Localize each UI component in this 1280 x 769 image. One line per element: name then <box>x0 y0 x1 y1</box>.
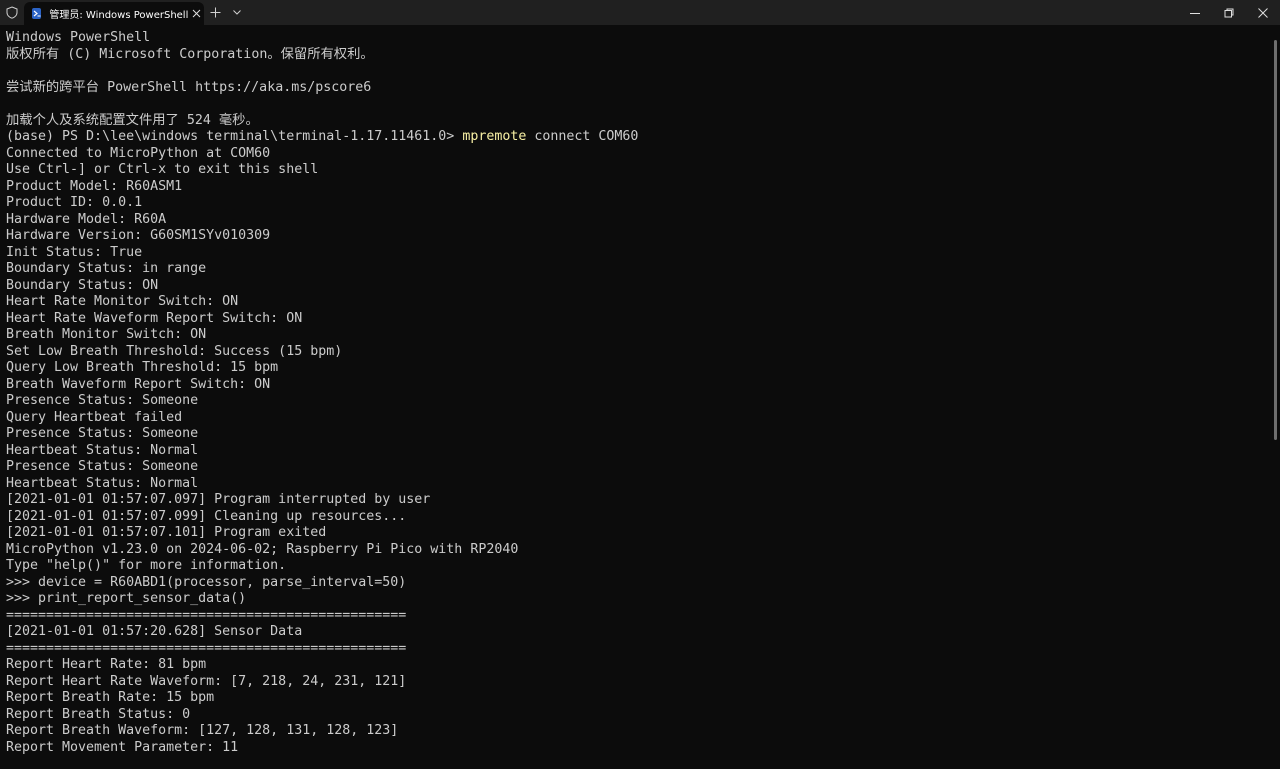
terminal-line: Report Breath Waveform: [127, 128, 131, … <box>6 723 399 738</box>
terminal-line: 版权所有 (C) Microsoft Corporation。保留所有权利。 <box>6 46 374 62</box>
terminal-output[interactable]: Windows PowerShell 版权所有 (C) Microsoft Cor… <box>6 30 1266 768</box>
terminal-line: [2021-01-01 01:57:07.097] Program interr… <box>6 492 431 507</box>
terminal-line: [2021-01-01 01:57:20.628] Sensor Data <box>6 624 303 639</box>
terminal-line: Heartbeat Status: Normal <box>6 442 199 458</box>
command-args: connect COM60 <box>526 129 639 144</box>
minimize-icon <box>1190 12 1200 14</box>
terminal-line: Presence Status: Someone <box>6 426 199 441</box>
terminal-line: Boundary Status: in range <box>6 261 207 276</box>
close-icon <box>1258 7 1268 18</box>
prompt-text: (base) PS D:\lee\windows terminal\termin… <box>6 129 463 144</box>
scrollbar[interactable] <box>1274 40 1277 440</box>
powershell-icon <box>32 8 42 19</box>
terminal-line: Init Status: True <box>6 244 143 260</box>
terminal-line: Hardware Model: R60A <box>6 211 167 227</box>
terminal-line: Product Model: R60ASM1 <box>6 178 183 194</box>
terminal-line: Breath Monitor Switch: ON <box>6 327 207 342</box>
terminal-line: Boundary Status: ON <box>6 277 159 293</box>
terminal-line: Report Breath Status: 0 <box>6 706 191 722</box>
terminal-line: Hardware Version: G60SM1SYv010309 <box>6 228 271 243</box>
close-tab-icon[interactable] <box>188 9 204 18</box>
terminal-line: 尝试新的跨平台 PowerShell https://aka.ms/pscore… <box>6 79 372 95</box>
tab-dropdown-button[interactable] <box>226 0 248 25</box>
terminal-line: 加载个人及系统配置文件用了 524 毫秒。 <box>6 112 259 128</box>
terminal-line: [2021-01-01 01:57:07.099] Cleaning up re… <box>6 508 407 524</box>
terminal-line: ========================================… <box>6 607 407 623</box>
terminal-line: >>> device = R60ABD1(processor, parse_in… <box>6 574 407 590</box>
terminal-line: Connected to MicroPython at COM60 <box>6 145 271 161</box>
terminal-line: Use Ctrl-] or Ctrl-x to exit this shell <box>6 162 319 177</box>
terminal-line: Presence Status: Someone <box>6 393 199 408</box>
terminal-line: [2021-01-01 01:57:07.101] Program exited <box>6 525 327 540</box>
terminal-line: Report Heart Rate: 81 bpm <box>6 657 207 672</box>
new-tab-button[interactable] <box>204 0 226 25</box>
terminal-line: Heart Rate Monitor Switch: ON <box>6 294 239 309</box>
terminal-line: ========================================… <box>6 640 407 656</box>
terminal-line: Report Breath Rate: 15 bpm <box>6 690 215 705</box>
shield-icon <box>0 0 24 25</box>
tab-powershell[interactable]: 管理员: Windows PowerShell <box>24 2 204 25</box>
chevron-down-icon <box>233 10 241 15</box>
terminal-line: (base) PS D:\lee\windows terminal\termin… <box>6 129 1266 146</box>
close-window-button[interactable] <box>1246 0 1280 25</box>
terminal-line: Heartbeat Status: Normal <box>6 475 199 491</box>
command-text: mpremote <box>462 129 527 144</box>
terminal-line: Query Low Breath Threshold: 15 bpm <box>6 360 279 375</box>
terminal-line: Report Heart Rate Waveform: [7, 218, 24,… <box>6 673 407 689</box>
restore-icon <box>1224 8 1234 17</box>
terminal-line: Query Heartbeat failed <box>6 409 183 425</box>
restore-button[interactable] <box>1212 0 1246 25</box>
terminal-line: Report Movement Parameter: 11 <box>6 739 239 755</box>
terminal-line: Type "help()" for more information. <box>6 558 287 573</box>
title-bar: 管理员: Windows PowerShell <box>0 0 1280 25</box>
terminal-line: Product ID: 0.0.1 <box>6 195 143 210</box>
terminal-line: Presence Status: Someone <box>6 459 199 474</box>
plus-icon <box>210 7 220 18</box>
terminal-line: >>> print_report_sensor_data() <box>6 591 247 606</box>
tab-title: 管理员: Windows PowerShell <box>49 10 189 21</box>
terminal-line: Windows PowerShell <box>6 30 151 45</box>
terminal-line: Heart Rate Waveform Report Switch: ON <box>6 310 303 326</box>
minimize-button[interactable] <box>1178 0 1212 25</box>
terminal-line: Breath Waveform Report Switch: ON <box>6 376 271 392</box>
terminal-line: MicroPython v1.23.0 on 2024-06-02; Raspb… <box>6 541 519 557</box>
terminal-line: Set Low Breath Threshold: Success (15 bp… <box>6 343 343 359</box>
